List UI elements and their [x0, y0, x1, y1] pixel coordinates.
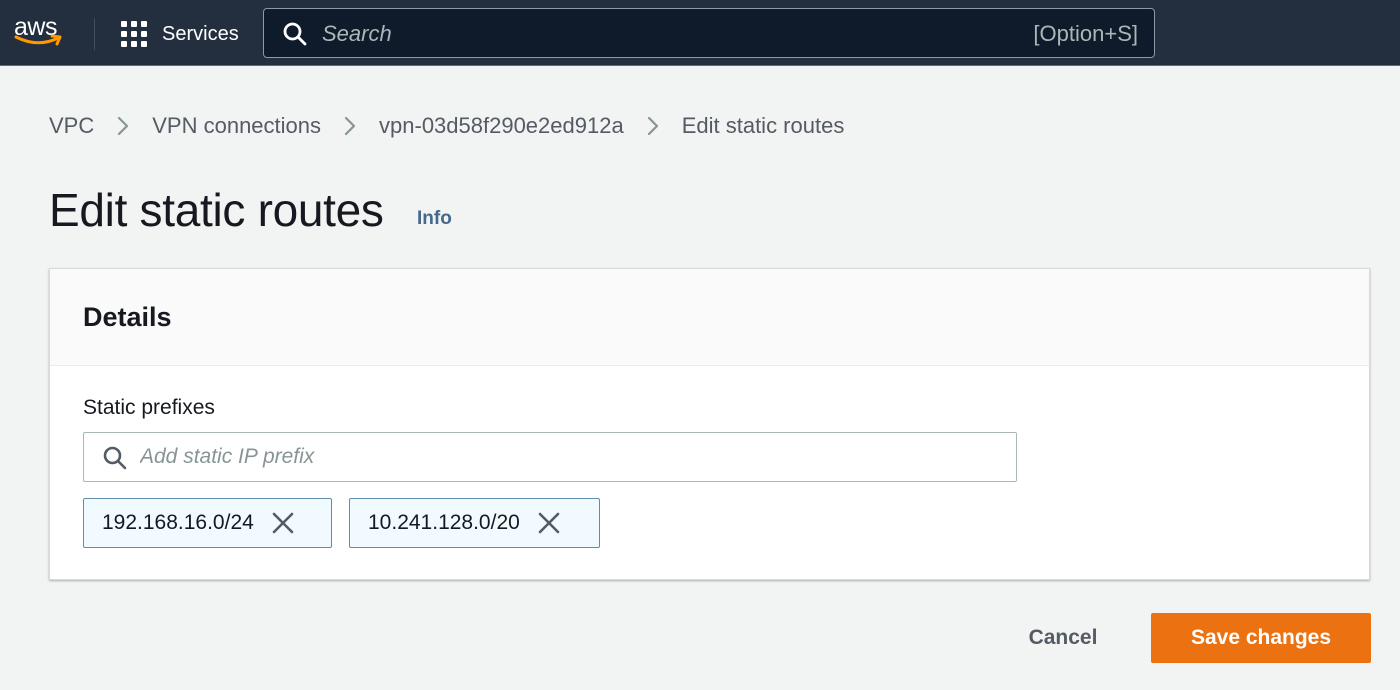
- aws-logo[interactable]: aws: [14, 12, 66, 52]
- grid-icon: [121, 21, 147, 47]
- close-icon[interactable]: [270, 510, 296, 536]
- topbar-divider: [94, 18, 95, 50]
- search-icon: [282, 21, 308, 47]
- search-shortcut-hint: [Option+S]: [1033, 21, 1138, 46]
- close-icon[interactable]: [536, 510, 562, 536]
- info-link[interactable]: Info: [417, 208, 452, 230]
- services-menu-button[interactable]: Services: [121, 18, 239, 50]
- breadcrumb-current: Edit static routes: [681, 113, 845, 138]
- prefix-token: 10.241.128.0/20: [349, 498, 600, 548]
- search-icon: [102, 445, 128, 471]
- prefix-token: 192.168.16.0/24: [83, 498, 332, 548]
- breadcrumb: VPC VPN connections vpn-03d58f290e2ed912…: [49, 112, 844, 140]
- prefix-token-label: 10.241.128.0/20: [368, 511, 520, 534]
- chevron-right-icon: [343, 115, 357, 137]
- chevron-right-icon: [646, 115, 660, 137]
- static-prefix-field[interactable]: [83, 432, 1017, 482]
- details-title: Details: [83, 302, 172, 332]
- static-prefix-input[interactable]: [140, 442, 1000, 472]
- breadcrumb-vpn-connections[interactable]: VPN connections: [152, 112, 321, 140]
- breadcrumb-vpn-id[interactable]: vpn-03d58f290e2ed912a: [379, 112, 624, 140]
- top-navigation-bar: aws Services Search [Option+S]: [0, 0, 1400, 66]
- cancel-button[interactable]: Cancel: [1005, 614, 1121, 662]
- breadcrumb-vpc[interactable]: VPC: [49, 112, 94, 140]
- prefix-token-label: 192.168.16.0/24: [102, 511, 254, 534]
- save-changes-button[interactable]: Save changes: [1151, 613, 1371, 663]
- page-title: Edit static routes: [49, 184, 384, 236]
- chevron-right-icon: [116, 115, 130, 137]
- global-search-input[interactable]: Search [Option+S]: [263, 8, 1155, 58]
- services-label: Services: [162, 22, 239, 45]
- details-container: Details Static prefixes 192.168.16.0/24 …: [49, 268, 1370, 580]
- static-prefixes-label: Static prefixes: [83, 396, 215, 419]
- details-header: Details: [50, 269, 1369, 366]
- search-placeholder: Search: [322, 21, 392, 46]
- aws-smile-icon: [14, 34, 62, 46]
